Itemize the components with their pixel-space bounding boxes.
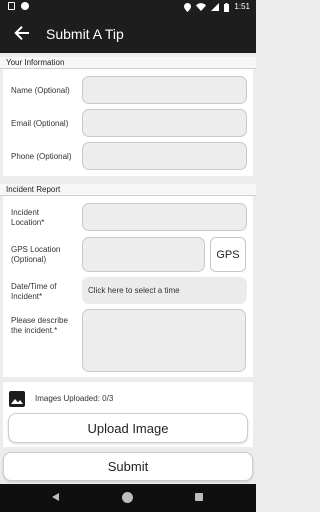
notification-icon — [8, 2, 15, 10]
battery-icon — [224, 2, 230, 12]
incident-location-label: Incident Location* — [11, 208, 45, 227]
phone-label: Phone (Optional) — [11, 152, 72, 161]
nav-recents-icon[interactable] — [195, 493, 203, 501]
signal-icon — [211, 3, 220, 11]
nav-back-icon[interactable] — [52, 493, 59, 501]
incident-report-header: Incident Report — [0, 184, 256, 196]
date-time-picker[interactable]: Click here to select a time — [82, 277, 247, 304]
image-icon — [9, 391, 25, 407]
app-bar: Submit A Tip — [0, 14, 256, 53]
name-field[interactable] — [82, 76, 247, 104]
status-time: 1:51 — [234, 2, 250, 11]
describe-incident-field[interactable] — [82, 309, 246, 372]
images-uploaded-count: Images Uploaded: 0/3 — [35, 394, 114, 403]
gps-location-field[interactable] — [82, 237, 205, 272]
name-label: Name (Optional) — [11, 86, 70, 95]
wifi-icon — [196, 3, 207, 11]
nav-home-icon[interactable] — [122, 492, 133, 503]
gps-location-label: GPS Location (Optional) — [11, 245, 61, 264]
email-label: Email (Optional) — [11, 119, 69, 128]
upload-image-button[interactable]: Upload Image — [8, 413, 248, 443]
date-time-label: Date/Time of Incident* — [11, 282, 57, 301]
status-bar: 1:51 — [0, 0, 256, 14]
date-time-placeholder: Click here to select a time — [88, 286, 180, 295]
settings-notification-icon — [21, 2, 29, 10]
gps-button[interactable]: GPS — [210, 237, 246, 272]
back-arrow-icon[interactable] — [12, 23, 32, 43]
phone-field[interactable] — [82, 142, 247, 170]
navigation-bar — [0, 484, 256, 512]
your-information-header: Your Information — [0, 57, 256, 69]
submit-button[interactable]: Submit — [3, 452, 253, 481]
incident-location-field[interactable] — [82, 203, 247, 231]
describe-incident-label: Please describe the incident.* — [11, 316, 68, 335]
email-field[interactable] — [82, 109, 247, 137]
location-icon — [184, 2, 192, 12]
page-title: Submit A Tip — [46, 26, 124, 42]
